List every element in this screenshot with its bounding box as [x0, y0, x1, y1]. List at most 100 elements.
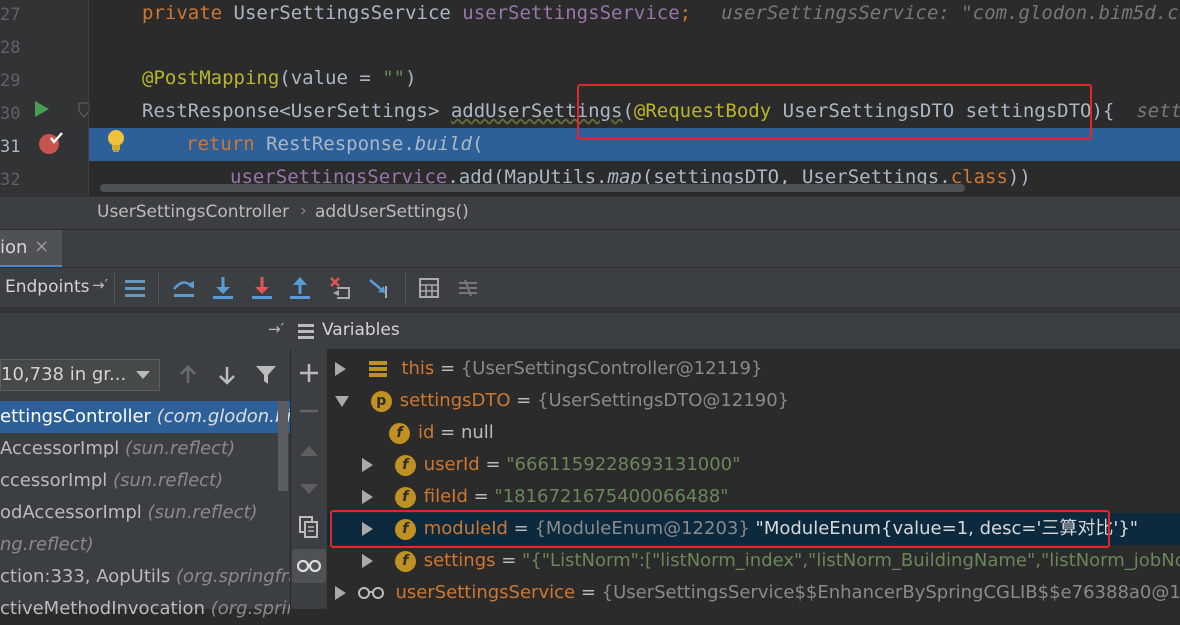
- drop-frame-icon[interactable]: [329, 276, 353, 300]
- frame-package: ng.reflect): [0, 534, 94, 555]
- variable-name: fileId: [423, 486, 468, 507]
- minus-icon[interactable]: [299, 401, 319, 421]
- frame-method: ccessorImpl: [0, 470, 108, 491]
- code-annotation: @PostMapping: [142, 67, 280, 89]
- expand-arrow-icon[interactable]: [362, 458, 373, 472]
- variables-panel-title: Variables: [322, 320, 400, 340]
- frame-item[interactable]: ng.reflect): [0, 529, 290, 561]
- field-badge-icon: f: [394, 550, 416, 572]
- menu-lines-icon[interactable]: [124, 277, 146, 299]
- frame-package: (com.glodon.bim: [156, 406, 290, 427]
- variable-eq: =: [434, 422, 461, 443]
- variable-eq: =: [434, 358, 461, 379]
- variables-tree[interactable]: this = {UserSettingsController@12119} ps…: [327, 349, 1180, 609]
- field-badge-icon: f: [389, 422, 410, 444]
- panel-headers: →′ Variables: [0, 313, 1180, 349]
- frames-panel: 10,738 in gr... ettingsController (com.g…: [0, 349, 290, 619]
- variables-panel-icon: [298, 324, 314, 339]
- frame-method: AccessorImpl: [0, 438, 120, 459]
- gutter-divider: [88, 0, 89, 196]
- variable-name: settings: [423, 550, 496, 571]
- variable-row-id[interactable]: f id = null: [389, 417, 494, 449]
- glasses-icon: [297, 559, 321, 573]
- variable-row-settings[interactable]: f settings = "{"ListNorm":["listNorm_inde…: [362, 545, 1180, 577]
- code-line[interactable]: return RestResponse.build(: [186, 128, 483, 161]
- step-over-icon[interactable]: [172, 277, 196, 299]
- frame-package: (sun.reflect): [125, 438, 236, 459]
- pin-arrow-icon[interactable]: →′: [92, 276, 108, 294]
- collapse-arrow-icon[interactable]: [335, 395, 349, 407]
- force-step-into-icon[interactable]: [251, 276, 273, 300]
- frame-package: (sun.reflect): [113, 470, 224, 491]
- expand-arrow-icon[interactable]: [362, 490, 373, 504]
- frames-scrollbar[interactable]: [278, 401, 288, 491]
- inline-debug-hint: userSettingsService: "com.glodon.bim5d.c…: [721, 2, 1180, 24]
- expand-arrow-icon[interactable]: [362, 554, 373, 568]
- frame-package: (org.springfram: [176, 566, 290, 587]
- move-up-icon[interactable]: [300, 444, 318, 458]
- variable-row-settingsdto[interactable]: p settingsDTO = {UserSettingsDTO@12190}: [335, 385, 789, 417]
- move-down-icon[interactable]: [300, 482, 318, 496]
- calculator-icon[interactable]: [418, 277, 440, 299]
- debug-tab-bar: ion ×: [0, 229, 1180, 268]
- copy-icon[interactable]: [299, 516, 319, 538]
- step-into-icon[interactable]: [212, 276, 234, 300]
- plus-icon[interactable]: [299, 363, 319, 383]
- code-text: ;: [679, 2, 692, 24]
- expand-arrow-icon[interactable]: [335, 362, 346, 376]
- frame-item[interactable]: ctiveMethodInvocation (org.spring: [0, 593, 290, 625]
- trace-icon[interactable]: [457, 277, 479, 299]
- code-keyword: private: [142, 2, 223, 24]
- variable-row-userid[interactable]: f userId = "6661159228693131000": [362, 449, 740, 481]
- run-to-cursor-icon[interactable]: [368, 276, 392, 300]
- variable-eq: =: [467, 486, 495, 507]
- code-text: RestResponse<UserSettings>: [142, 100, 451, 122]
- frame-item[interactable]: AccessorImpl (sun.reflect): [0, 433, 290, 465]
- variable-value: "6661159228693131000": [506, 454, 741, 475]
- variable-row-usersettingsservice[interactable]: userSettingsService = {UserSettingsServi…: [335, 577, 1180, 609]
- line-number: 31: [0, 137, 21, 157]
- breadcrumb-item-class[interactable]: UserSettingsController: [97, 202, 289, 222]
- filter-icon[interactable]: [255, 364, 277, 386]
- editor-gutter[interactable]: 27 28 29 30 31 32: [0, 0, 90, 196]
- thread-select[interactable]: 10,738 in gr...: [0, 359, 160, 391]
- frame-package: (sun.reflect): [147, 502, 258, 523]
- lightbulb-icon[interactable]: [106, 128, 126, 154]
- line-number: 27: [0, 5, 21, 25]
- arrow-down-icon[interactable]: [217, 365, 237, 385]
- frame-method: ction:333, AopUtils: [0, 566, 171, 587]
- tab-debug-session[interactable]: ion ×: [0, 230, 62, 268]
- frame-item[interactable]: ction:333, AopUtils (org.springfram: [0, 561, 290, 593]
- variable-row-fileid[interactable]: f fileId = "1816721675400066488": [362, 481, 729, 513]
- editor-horizontal-scrollbar[interactable]: [100, 184, 965, 192]
- parameter-badge-icon: p: [370, 390, 392, 412]
- frame-item[interactable]: ccessorImpl (sun.reflect): [0, 465, 290, 497]
- watches-toggle[interactable]: [292, 549, 326, 583]
- variable-name: id: [418, 422, 435, 443]
- variable-name: settingsDTO: [399, 390, 511, 411]
- frame-item[interactable]: odAccessorImpl (sun.reflect): [0, 497, 290, 529]
- expand-arrow-icon[interactable]: [335, 586, 346, 600]
- variable-row-this[interactable]: this = {UserSettingsController@12119}: [335, 353, 762, 385]
- frame-method: odAccessorImpl: [0, 502, 142, 523]
- frame-method: ettingsController: [0, 406, 151, 427]
- code-line[interactable]: @PostMapping(value = ""): [142, 62, 417, 95]
- step-out-icon[interactable]: [289, 276, 311, 300]
- breadcrumb-item-method[interactable]: addUserSettings(): [315, 202, 469, 222]
- pin-arrow-icon[interactable]: →′: [268, 320, 284, 338]
- run-gutter-icon[interactable]: [34, 100, 50, 118]
- breakpoint-icon[interactable]: [38, 131, 64, 157]
- endpoints-label[interactable]: Endpoints: [5, 277, 90, 297]
- line-number: 30: [0, 104, 21, 124]
- close-icon[interactable]: ×: [34, 236, 49, 257]
- frame-item[interactable]: ettingsController (com.glodon.bim: [0, 401, 290, 433]
- thread-select-value: 10,738 in gr...: [1, 364, 127, 385]
- arrow-up-icon[interactable]: [178, 365, 198, 385]
- code-line[interactable]: private UserSettingsService userSettings…: [142, 0, 1180, 30]
- code-string: "": [382, 67, 406, 89]
- toolbar-divider: [158, 272, 159, 304]
- variable-name: this: [401, 358, 435, 379]
- variable-name: userId: [423, 454, 480, 475]
- toolbar-divider: [405, 272, 406, 304]
- line-number: 32: [0, 170, 21, 190]
